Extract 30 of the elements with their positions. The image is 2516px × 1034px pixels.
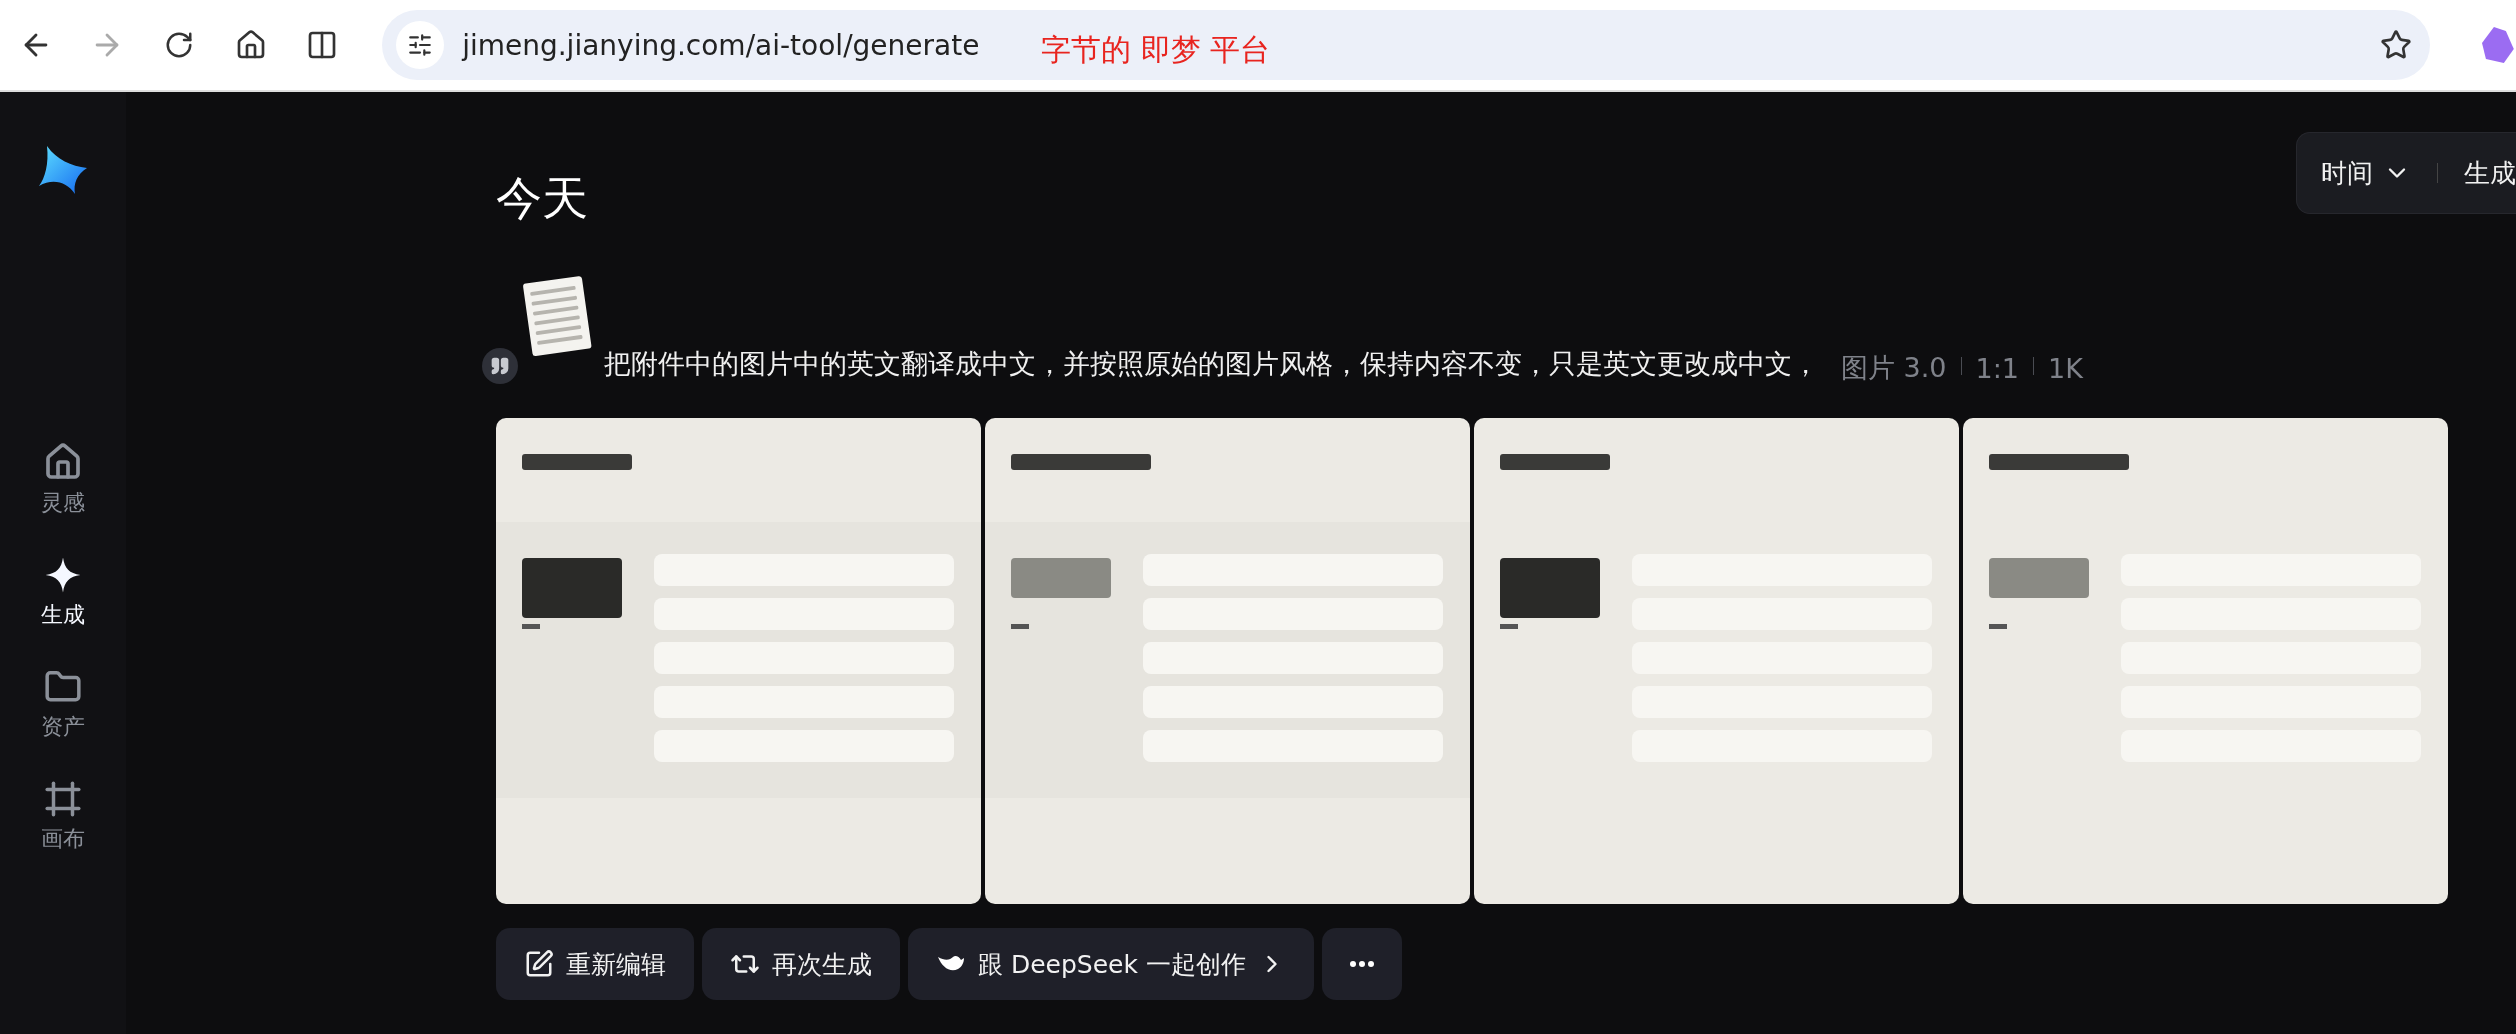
frame-icon (44, 780, 82, 818)
url-text: jimeng.jianying.com/ai-tool/generate (462, 28, 980, 62)
edit-icon (524, 949, 554, 979)
home-icon (43, 442, 83, 482)
sidebar-label: 生成 (41, 601, 85, 629)
address-bar[interactable]: jimeng.jianying.com/ai-tool/generate 字节的 即梦 平台 (382, 10, 2431, 80)
generation-setting: 1:1 (1975, 352, 2019, 384)
sidebar-label: 资产 (41, 713, 85, 741)
sidebar-item[interactable]: 资产 (41, 668, 85, 742)
generation-setting: 图片 3.0 (1841, 351, 1947, 385)
app-logo[interactable] (37, 144, 89, 196)
prompt-text: 把附件中的图片中的英文翻译成中文，并按照原始的图片风格，保持内容不变，只是英文更改成中文， (604, 347, 1819, 381)
filter-dropdown[interactable]: 时间 (2321, 155, 2411, 191)
sidebar-label: 灵感 (41, 489, 85, 517)
more-icon (1349, 961, 1374, 967)
generation-setting: 1K (2048, 352, 2083, 384)
action-button[interactable]: 再次生成 (702, 928, 900, 1000)
quote-icon (482, 348, 518, 384)
annotation-text: 字节的 即梦 平台 (1041, 30, 1271, 69)
sidebar-label: 画布 (41, 825, 85, 853)
sidebar-item[interactable]: 灵感 (41, 442, 85, 518)
action-button[interactable]: 跟 DeepSeek 一起创作 (908, 928, 1314, 1000)
action-button[interactable]: 重新编辑 (496, 928, 694, 1000)
section-title: 今天 (496, 170, 588, 227)
site-settings-icon[interactable] (396, 21, 445, 69)
extension-icon[interactable] (2480, 25, 2516, 65)
sidebar-item[interactable]: 画布 (41, 780, 85, 854)
reload-icon (164, 30, 195, 60)
filter-dropdown[interactable]: 生成 (2464, 155, 2516, 191)
sidebar-item[interactable]: 生成 (41, 556, 85, 630)
